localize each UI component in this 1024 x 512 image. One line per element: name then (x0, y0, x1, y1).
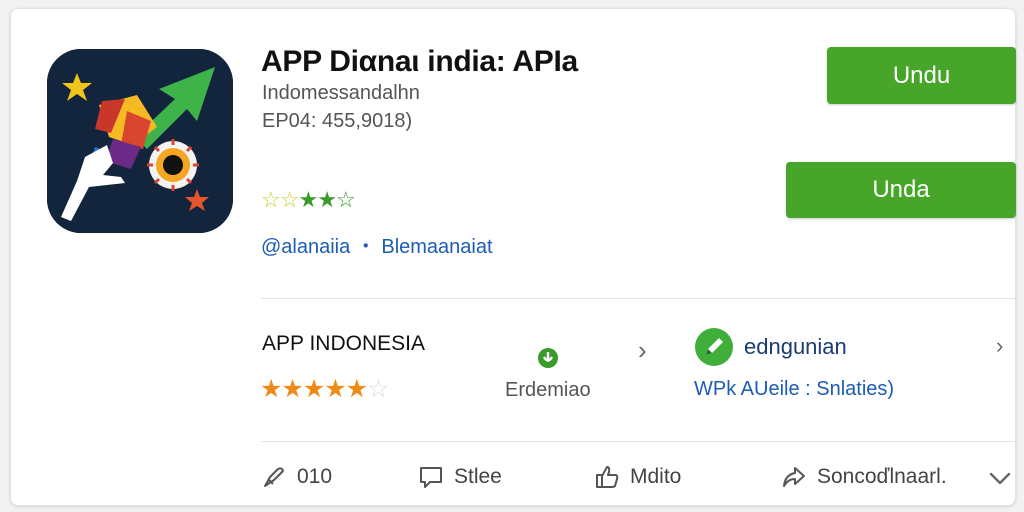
share-icon (264, 467, 284, 487)
editor-choice-icon (538, 348, 558, 368)
verified-pencil-icon (695, 328, 733, 366)
publisher-stars-filled: ★★★★★ (260, 375, 368, 403)
app-listing-card: APP Diαnaι india: APIa Indomessandalhn E… (10, 8, 1016, 506)
forward-action-label: Soncoďlnaarl. (817, 465, 947, 488)
star-icon: ☆ (279, 187, 300, 212)
comment-action[interactable]: Stlee (418, 464, 502, 490)
share-action-label: 010 (297, 465, 333, 488)
editor-choice-label: Erdemiao (505, 379, 591, 401)
chevron-right-icon[interactable]: › (638, 335, 647, 366)
section-divider (261, 441, 1016, 442)
publisher-star-empty: ☆ (367, 375, 389, 403)
app-logo-icon[interactable] (47, 49, 233, 233)
comment-action-label: Stlee (454, 465, 502, 488)
developer-name[interactable]: Indomessandalhn (262, 82, 420, 105)
star-icon: ★ (317, 187, 337, 212)
like-action-label: Mdito (630, 465, 682, 488)
verified-publisher-subtitle[interactable]: WPk AUeile : Snlaties) (694, 378, 894, 401)
download-button[interactable]: Unda (786, 162, 1016, 218)
app-title: APP Diαnaι india: APIa (261, 45, 578, 78)
chevron-right-icon[interactable]: › (996, 333, 1003, 359)
thumbs-up-icon (596, 466, 619, 488)
install-button[interactable]: Undu (827, 47, 1016, 104)
star-icon: ★ (298, 187, 318, 212)
app-tags-link[interactable]: @alanaiia ・ Blemaanaiat (261, 230, 493, 259)
star-icon: ☆ (261, 187, 281, 212)
verified-publisher-name[interactable]: edngunian (744, 334, 847, 360)
section-divider (261, 298, 1016, 299)
comment-icon (420, 467, 442, 488)
publisher-name[interactable]: APP INDONESIA (262, 332, 425, 356)
app-meta-info: EP04: 455,9018) (262, 110, 413, 132)
forward-action[interactable]: Soncoďlnaarl. (781, 464, 947, 490)
chevron-down-icon[interactable] (986, 464, 1014, 492)
like-action[interactable]: Mdito (594, 464, 681, 490)
publisher-rating-stars: ★★★★★☆ (260, 374, 390, 404)
share-action[interactable]: 010 (261, 464, 332, 490)
app-rating-stars: ☆☆★★☆ (261, 187, 356, 213)
star-icon: ☆ (335, 187, 356, 212)
forward-icon (783, 467, 805, 487)
